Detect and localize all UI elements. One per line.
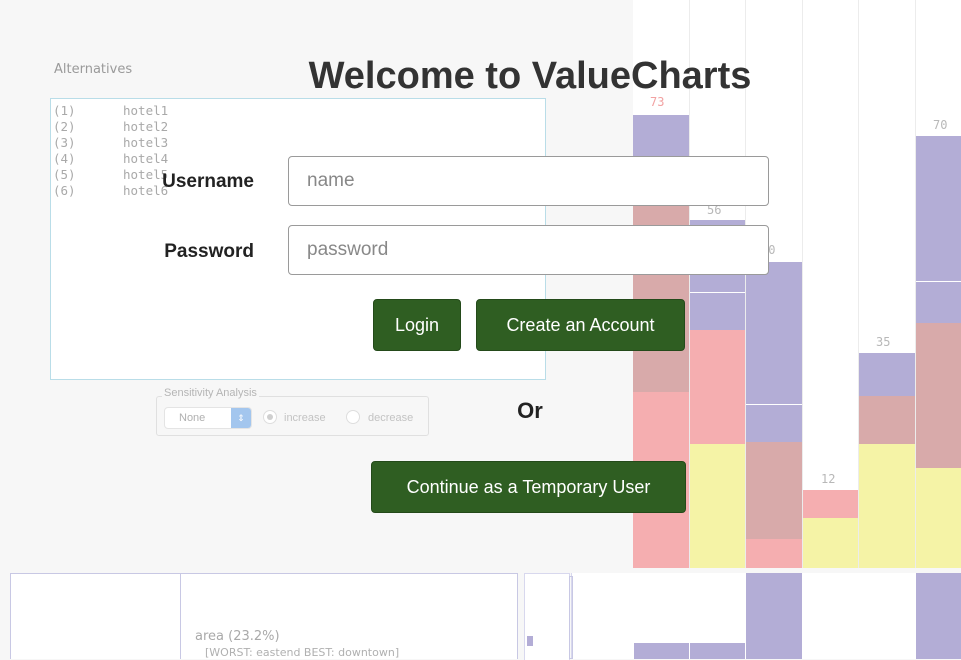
score-label: 35 <box>876 335 891 349</box>
bar-segment[interactable] <box>746 539 802 568</box>
bar-segment[interactable] <box>859 444 915 568</box>
chart-separator <box>633 568 961 573</box>
bar-segment[interactable] <box>803 490 858 518</box>
username-label: Username <box>162 171 254 192</box>
bar-segment[interactable] <box>916 468 961 568</box>
mini-chart <box>524 573 570 660</box>
password-label: Password <box>164 241 254 262</box>
objective-name: area (23.2%) <box>195 629 280 644</box>
objective-range: [WORST: eastend BEST: downtown] <box>205 646 400 659</box>
list-item[interactable]: (4) hotel4 <box>53 151 168 166</box>
create-account-button[interactable]: Create an Account <box>476 299 685 351</box>
bar-segment[interactable] <box>916 281 961 324</box>
bar-segment[interactable] <box>916 136 961 281</box>
list-item[interactable]: (1) hotel1 <box>53 103 168 118</box>
score-label: 70 <box>933 118 948 132</box>
bar-segment[interactable] <box>746 573 802 659</box>
or-divider-text: Or <box>517 398 543 423</box>
page-title: Welcome to ValueCharts <box>308 55 752 97</box>
list-item[interactable]: (2) hotel2 <box>53 119 168 134</box>
bar-segment[interactable] <box>690 292 745 331</box>
password-input[interactable] <box>288 225 769 275</box>
mini-scrollbar[interactable] <box>569 576 573 659</box>
bar-segment[interactable] <box>690 330 745 444</box>
bar-segment[interactable] <box>690 444 745 568</box>
login-button[interactable]: Login <box>373 299 461 351</box>
username-input[interactable] <box>288 156 769 206</box>
bar-segment[interactable] <box>690 643 745 659</box>
bar-segment[interactable] <box>746 262 802 404</box>
bar-segment[interactable] <box>746 442 802 539</box>
bar-segment[interactable] <box>916 323 961 468</box>
list-item[interactable]: (3) hotel3 <box>53 135 168 150</box>
score-label: 12 <box>821 472 836 486</box>
mini-bar <box>527 636 533 646</box>
bar-segment[interactable] <box>803 518 858 568</box>
temporary-user-button[interactable]: Continue as a Temporary User <box>371 461 686 513</box>
bar-segment[interactable] <box>633 643 689 659</box>
bar-segment[interactable] <box>859 353 915 396</box>
mini-chart-2 <box>571 573 634 659</box>
bar-segment[interactable] <box>916 573 961 659</box>
